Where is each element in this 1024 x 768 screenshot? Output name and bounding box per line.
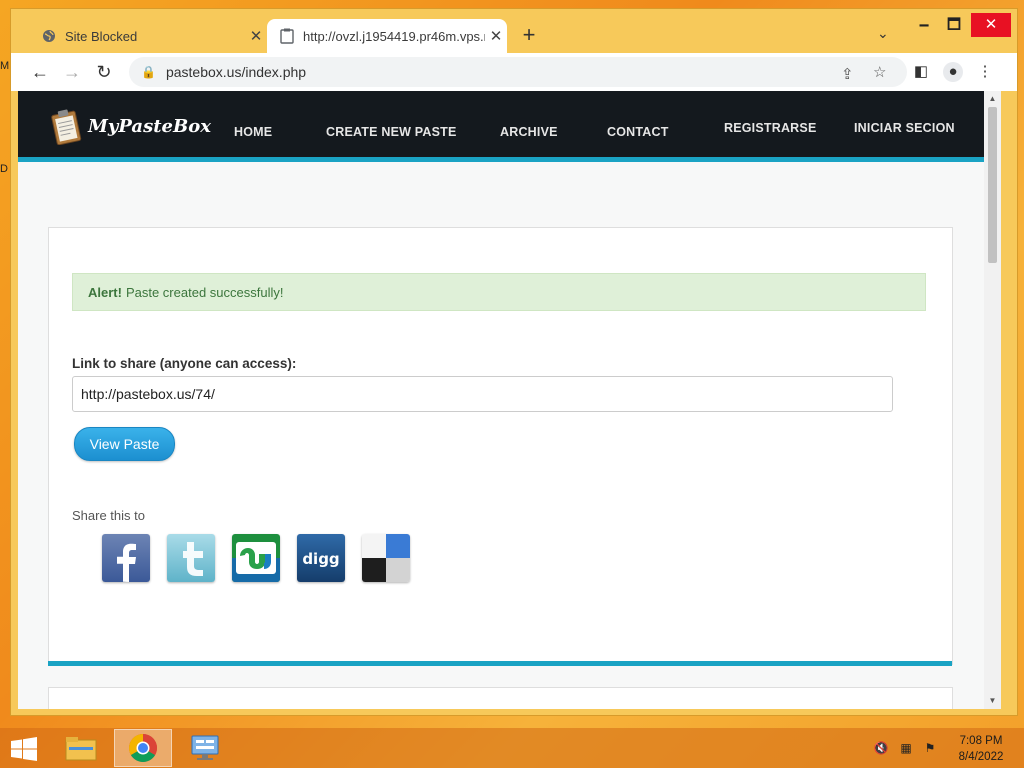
new-tab-button[interactable]: + (517, 23, 541, 47)
page-scrollbar[interactable]: ▲ ▼ (984, 91, 1001, 709)
site-logo[interactable]: MyPasteBox (50, 109, 211, 146)
stumbleupon-share-icon[interactable] (232, 534, 280, 582)
side-panel-icon[interactable]: ◧ (911, 62, 931, 82)
nav-accent-bar (18, 157, 984, 162)
paste-result-card: Alert! Paste created successfully! Link … (48, 227, 953, 665)
svg-text:digg: digg (302, 550, 339, 568)
forward-arrow-icon[interactable]: → (61, 61, 83, 83)
chevron-down-icon[interactable]: ⌄ (877, 25, 889, 42)
browser-window: Site Blocked ✕ http://ovzl.j1954419.pr46… (10, 8, 1018, 716)
nav-home[interactable]: HOME (234, 125, 272, 139)
profile-icon[interactable]: ● (943, 62, 963, 82)
chrome-icon[interactable] (114, 729, 172, 767)
success-alert: Alert! Paste created successfully! (72, 273, 926, 311)
windows-start-icon[interactable] (10, 737, 38, 761)
minimize-button[interactable]: 🗕 (909, 13, 939, 37)
bookmark-star-icon[interactable]: ☆ (873, 63, 886, 81)
facebook-share-icon[interactable] (102, 534, 150, 582)
card-accent-bar (48, 661, 952, 666)
maximize-button[interactable]: 🗖 (939, 13, 969, 37)
globe-icon (41, 28, 57, 44)
taskbar: 🔇 ▦ ⚑ 7:08 PM 8/4/2022 (0, 728, 1024, 768)
clipboard-icon (279, 28, 295, 44)
share-link-label: Link to share (anyone can access): (72, 356, 297, 371)
digg-share-icon[interactable]: digg (297, 534, 345, 582)
volume-muted-icon[interactable]: 🔇 (873, 740, 889, 756)
nav-register[interactable]: REGISTRARSE (724, 121, 817, 135)
close-window-button[interactable]: ✕ (971, 13, 1011, 37)
view-paste-button[interactable]: View Paste (74, 427, 175, 461)
address-bar[interactable]: 🔒 pastebox.us/index.php (129, 57, 907, 87)
tab-title: Site Blocked (65, 28, 138, 44)
tab-pastebox[interactable]: http://ovzl.j1954419.pr46m.vps.n ✕ (267, 19, 507, 53)
nav-login[interactable]: INICIAR SECION (854, 121, 955, 135)
network-icon[interactable]: ▦ (898, 740, 914, 756)
tab-strip: Site Blocked ✕ http://ovzl.j1954419.pr46… (11, 9, 1017, 55)
logo-text: MyPasteBox (88, 115, 211, 137)
close-tab-icon[interactable]: ✕ (485, 27, 507, 45)
clock-time: 7:08 PM (959, 735, 1003, 747)
twitter-share-icon[interactable] (167, 534, 215, 582)
menu-kebab-icon[interactable]: ⋮ (975, 62, 995, 82)
browser-toolbar: ← → ↻ 🔒 pastebox.us/index.php ⇪ ☆ ◧ ● ⋮ (11, 53, 1017, 91)
action-center-flag-icon[interactable]: ⚑ (922, 740, 938, 756)
clock-date: 8/4/2022 (958, 751, 1004, 763)
scroll-up-arrow-icon[interactable]: ▲ (984, 94, 1001, 103)
file-explorer-icon[interactable] (52, 729, 110, 767)
tab-title: http://ovzl.j1954419.pr46m.vps.n (303, 28, 485, 44)
secondary-card (48, 687, 953, 709)
desktop-icon-label: M (0, 60, 10, 72)
tab-site-blocked[interactable]: Site Blocked ✕ (29, 19, 267, 53)
clipboard-logo-icon (50, 109, 82, 146)
scroll-thumb[interactable] (988, 107, 997, 263)
delicious-share-icon[interactable] (362, 534, 410, 582)
close-tab-icon[interactable]: ✕ (245, 27, 267, 45)
control-panel-icon[interactable] (176, 729, 234, 767)
share-icon[interactable]: ⇪ (841, 65, 854, 83)
page-viewport: MyPasteBox HOME CREATE NEW PASTE ARCHIVE… (18, 91, 984, 709)
alert-strong: Alert! (88, 284, 122, 300)
nav-contact[interactable]: CONTACT (607, 125, 669, 139)
share-label: Share this to (72, 508, 145, 523)
share-link-input[interactable] (72, 376, 893, 412)
url-text: pastebox.us/index.php (165, 64, 307, 80)
lock-icon: 🔒 (141, 65, 156, 79)
reload-icon[interactable]: ↻ (93, 61, 115, 83)
system-clock[interactable]: 7:08 PM 8/4/2022 (948, 733, 1014, 765)
back-arrow-icon[interactable]: ← (29, 61, 51, 83)
alert-message: Paste created successfully! (125, 284, 284, 300)
site-navbar: MyPasteBox HOME CREATE NEW PASTE ARCHIVE… (18, 91, 984, 157)
desktop-icon-label: D (0, 163, 8, 175)
nav-archive[interactable]: ARCHIVE (500, 125, 558, 139)
nav-create-new-paste[interactable]: CREATE NEW PASTE (326, 125, 457, 139)
scroll-down-arrow-icon[interactable]: ▼ (984, 696, 1001, 705)
